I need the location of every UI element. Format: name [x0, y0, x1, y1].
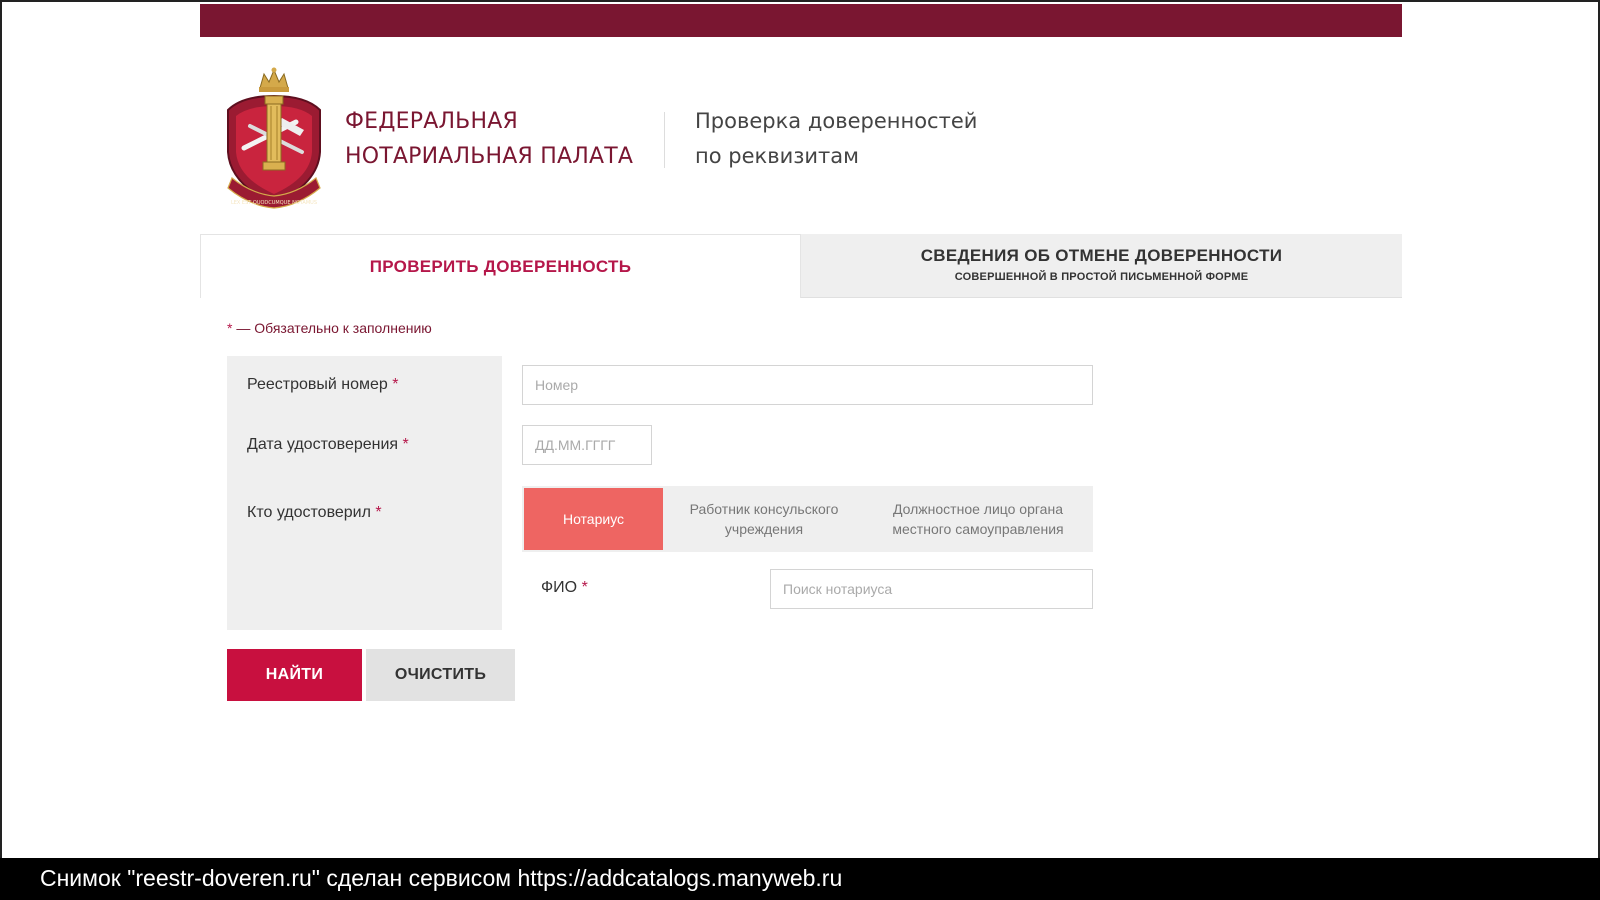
required-note-text: — Обязательно к заполнению: [232, 320, 432, 336]
tab-bar: ПРОВЕРИТЬ ДОВЕРЕННОСТЬ СВЕДЕНИЯ ОБ ОТМЕН…: [200, 234, 1402, 298]
screenshot-caption-bar: Снимок "reestr-doveren.ru" сделан сервис…: [0, 858, 1600, 900]
certified-by-label-text: Кто удостоверил: [247, 504, 371, 521]
org-name-line1: ФЕДЕРАЛЬНАЯ: [345, 109, 518, 134]
required-fields-note: * — Обязательно к заполнению: [227, 320, 432, 336]
header-divider: [664, 112, 665, 168]
crown-icon: [259, 67, 289, 92]
certification-date-input[interactable]: [522, 425, 652, 465]
required-marker: *: [402, 436, 409, 453]
registry-number-input[interactable]: [522, 365, 1093, 405]
certified-by-label: Кто удостоверил *: [247, 504, 382, 522]
service-title-line2: по реквизитам: [695, 144, 859, 168]
clear-button[interactable]: ОЧИСТИТЬ: [366, 649, 515, 701]
option-local-government-official[interactable]: Должностное лицо органа местного самоупр…: [863, 486, 1093, 552]
tab-check-label: ПРОВЕРИТЬ ДОВЕРЕННОСТЬ: [369, 257, 632, 276]
tab-revocation-sublabel: СОВЕРШЕННОЙ В ПРОСТОЙ ПИСЬМЕННОЙ ФОРМЕ: [954, 271, 1249, 283]
screenshot-caption: Снимок "reestr-doveren.ru" сделан сервис…: [40, 865, 843, 891]
service-title-line1: Проверка доверенностей: [695, 109, 978, 133]
tab-check-power-of-attorney[interactable]: ПРОВЕРИТЬ ДОВЕРЕННОСТЬ: [200, 234, 801, 298]
certified-by-toggle: Нотариус Работник консульского учреждени…: [522, 486, 1093, 552]
option-notary-label: Нотариус: [562, 511, 625, 527]
option-local-government-label: Должностное лицо органа местного самоупр…: [892, 501, 1064, 537]
required-marker: *: [581, 579, 588, 596]
required-marker: *: [392, 376, 399, 393]
required-marker: *: [375, 504, 382, 521]
tab-revocation-label: СВЕДЕНИЯ ОБ ОТМЕНЕ ДОВЕРЕННОСТИ: [920, 246, 1283, 265]
option-consular-officer[interactable]: Работник консульского учреждения: [665, 486, 863, 552]
top-brand-bar: [200, 4, 1402, 37]
registry-number-label: Реестровый номер *: [247, 376, 399, 394]
fio-label-text: ФИО: [541, 579, 578, 596]
find-button[interactable]: НАЙТИ: [227, 649, 362, 701]
certification-date-label: Дата удостоверения *: [247, 436, 409, 454]
option-notary[interactable]: Нотариус: [522, 486, 665, 552]
emblem-motto: LEX EST QUODCUMQUE NOTAMUS: [231, 200, 317, 206]
registry-number-label-text: Реестровый номер: [247, 376, 388, 393]
form-labels-panel: Реестровый номер * Дата удостоверения * …: [227, 356, 502, 630]
tab-revocation-info[interactable]: СВЕДЕНИЯ ОБ ОТМЕНЕ ДОВЕРЕННОСТИ СОВЕРШЕН…: [801, 234, 1402, 298]
notary-search-input[interactable]: [770, 569, 1093, 609]
option-consular-label: Работник консульского учреждения: [689, 501, 839, 537]
org-name-line2: НОТАРИАЛЬНАЯ ПАЛАТА: [345, 144, 634, 169]
site-header: LEX EST QUODCUMQUE NOTAMUS ФЕДЕРАЛЬНАЯ Н…: [200, 60, 1402, 210]
certification-date-label-text: Дата удостоверения: [247, 436, 399, 453]
browser-frame: LEX EST QUODCUMQUE NOTAMUS ФЕДЕРАЛЬНАЯ Н…: [0, 0, 1600, 858]
service-title: Проверка доверенностей по реквизитам: [695, 104, 977, 174]
notary-chamber-emblem[interactable]: LEX EST QUODCUMQUE NOTAMUS: [222, 66, 326, 212]
fio-label: ФИО *: [541, 579, 588, 597]
organization-name[interactable]: ФЕДЕРАЛЬНАЯ НОТАРИАЛЬНАЯ ПАЛАТА: [345, 104, 633, 174]
